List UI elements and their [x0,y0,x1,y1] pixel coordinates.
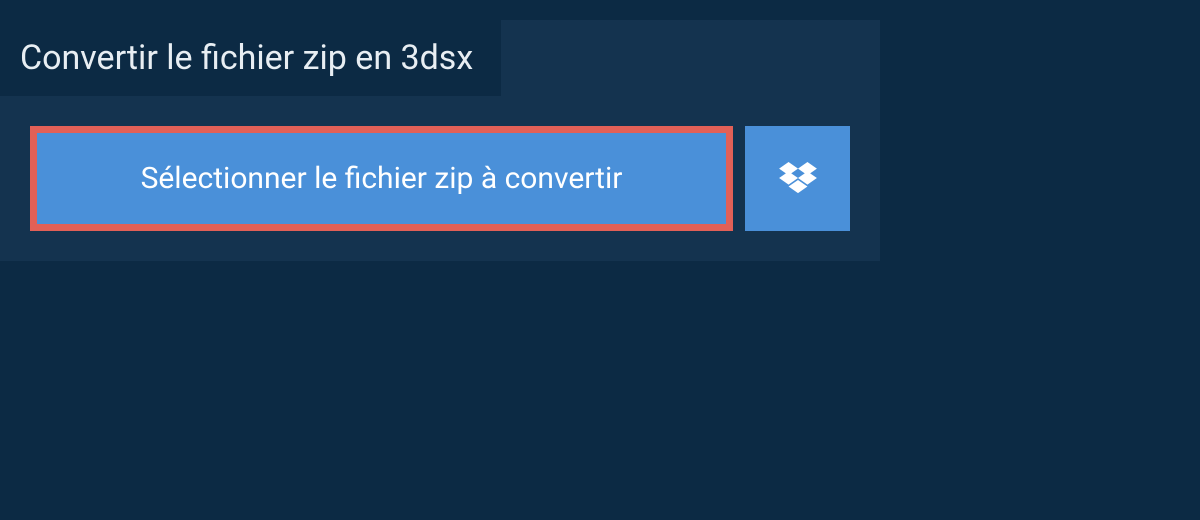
panel-title: Convertir le fichier zip en 3dsx [20,38,473,78]
dropbox-icon [779,162,817,196]
select-file-button-label: Sélectionner le fichier zip à convertir [141,161,623,196]
dropbox-button[interactable] [745,126,850,231]
title-tab: Convertir le fichier zip en 3dsx [0,20,501,96]
button-row: Sélectionner le fichier zip à convertir [0,96,880,231]
select-file-button[interactable]: Sélectionner le fichier zip à convertir [30,126,733,231]
converter-panel: Convertir le fichier zip en 3dsx Sélecti… [0,20,880,261]
